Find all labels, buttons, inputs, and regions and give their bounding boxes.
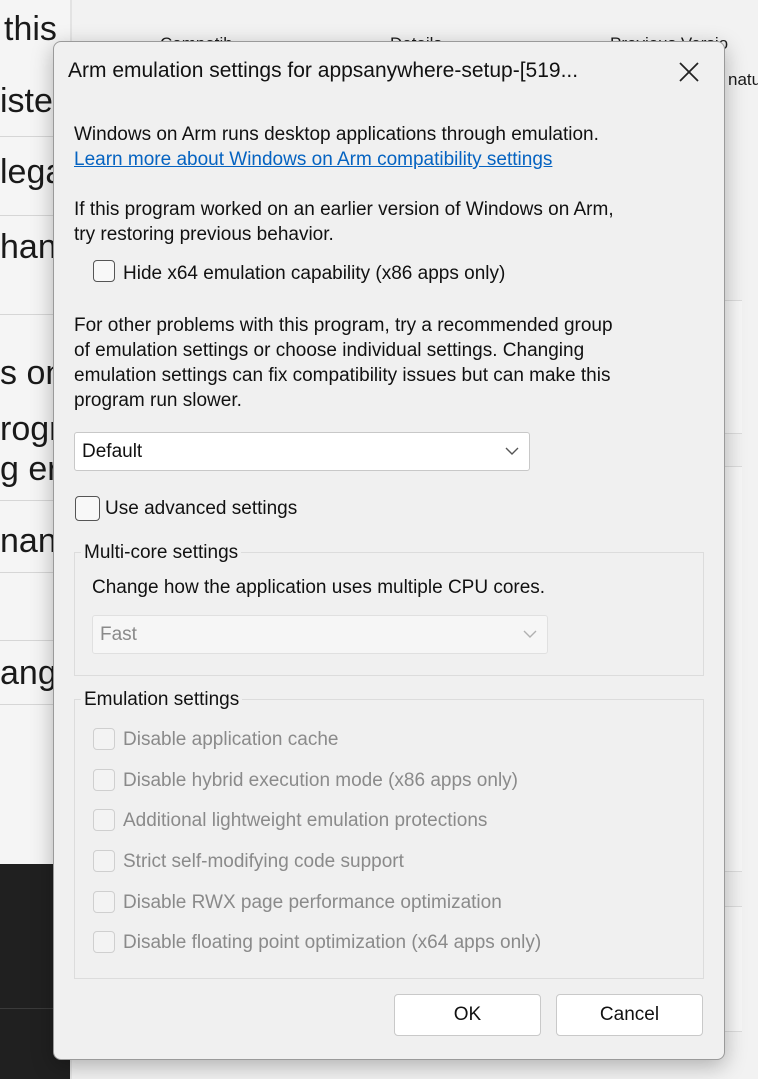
emulation-preset-select[interactable]: Default xyxy=(74,432,530,471)
intro-text: Windows on Arm runs desktop applications… xyxy=(74,124,599,145)
hide-x64-label[interactable]: Hide x64 emulation capability (x86 apps … xyxy=(123,261,505,286)
disable-hybrid-execution-label[interactable]: Disable hybrid execution mode (x86 apps … xyxy=(123,768,518,793)
other-problems-text: For other problems with this program, tr… xyxy=(74,315,613,336)
learn-more-link[interactable]: Learn more about Windows on Arm compatib… xyxy=(74,147,552,172)
disable-application-cache-label[interactable]: Disable application cache xyxy=(123,727,338,752)
multicore-select-value: Fast xyxy=(100,624,137,645)
lightweight-protections-checkbox[interactable] xyxy=(93,809,115,831)
dialog-title: Arm emulation settings for appsanywhere-… xyxy=(68,59,579,82)
background-text: han xyxy=(0,228,57,266)
close-icon xyxy=(679,62,699,82)
cancel-button[interactable]: Cancel xyxy=(556,994,703,1036)
disable-floating-point-checkbox[interactable] xyxy=(93,931,115,953)
disable-application-cache-checkbox[interactable] xyxy=(93,728,115,750)
chevron-down-icon xyxy=(505,447,519,455)
multicore-settings-group xyxy=(74,552,704,676)
strict-self-modifying-checkbox[interactable] xyxy=(93,850,115,872)
disable-floating-point-label[interactable]: Disable floating point optimization (x64… xyxy=(123,930,541,955)
other-problems-text: emulation settings can fix compatibility… xyxy=(74,365,611,386)
strict-self-modifying-label[interactable]: Strict self-modifying code support xyxy=(123,849,404,874)
use-advanced-settings-label[interactable]: Use advanced settings xyxy=(105,496,297,521)
restore-text: If this program worked on an earlier ver… xyxy=(74,199,614,220)
background-text: iste xyxy=(0,82,53,120)
arm-emulation-settings-dialog: Arm emulation settings for appsanywhere-… xyxy=(53,41,725,1060)
disable-hybrid-execution-checkbox[interactable] xyxy=(93,769,115,791)
other-problems-text: of emulation settings or choose individu… xyxy=(74,340,585,361)
disable-rwx-optimization-label[interactable]: Disable RWX page performance optimizatio… xyxy=(123,890,502,915)
background-text: rogr xyxy=(0,410,61,448)
chevron-down-icon xyxy=(523,630,537,638)
multicore-description: Change how the application uses multiple… xyxy=(92,577,546,598)
close-button[interactable] xyxy=(670,55,710,91)
preset-select-value: Default xyxy=(82,441,143,462)
background-text: this xyxy=(4,10,57,48)
lightweight-protections-label[interactable]: Additional lightweight emulation protect… xyxy=(123,808,487,833)
use-advanced-settings-checkbox[interactable] xyxy=(75,496,100,521)
multicore-select[interactable]: Fast xyxy=(92,615,548,654)
multicore-legend: Multi-core settings xyxy=(81,540,242,565)
ok-button[interactable]: OK xyxy=(394,994,541,1036)
background-tab-label: natu xyxy=(728,70,758,89)
emulation-legend: Emulation settings xyxy=(81,687,243,712)
background-text: g er xyxy=(0,450,59,488)
hide-x64-checkbox[interactable] xyxy=(93,260,115,282)
other-problems-text: program run slower. xyxy=(74,390,242,411)
restore-text: try restoring previous behavior. xyxy=(74,224,334,245)
disable-rwx-optimization-checkbox[interactable] xyxy=(93,891,115,913)
